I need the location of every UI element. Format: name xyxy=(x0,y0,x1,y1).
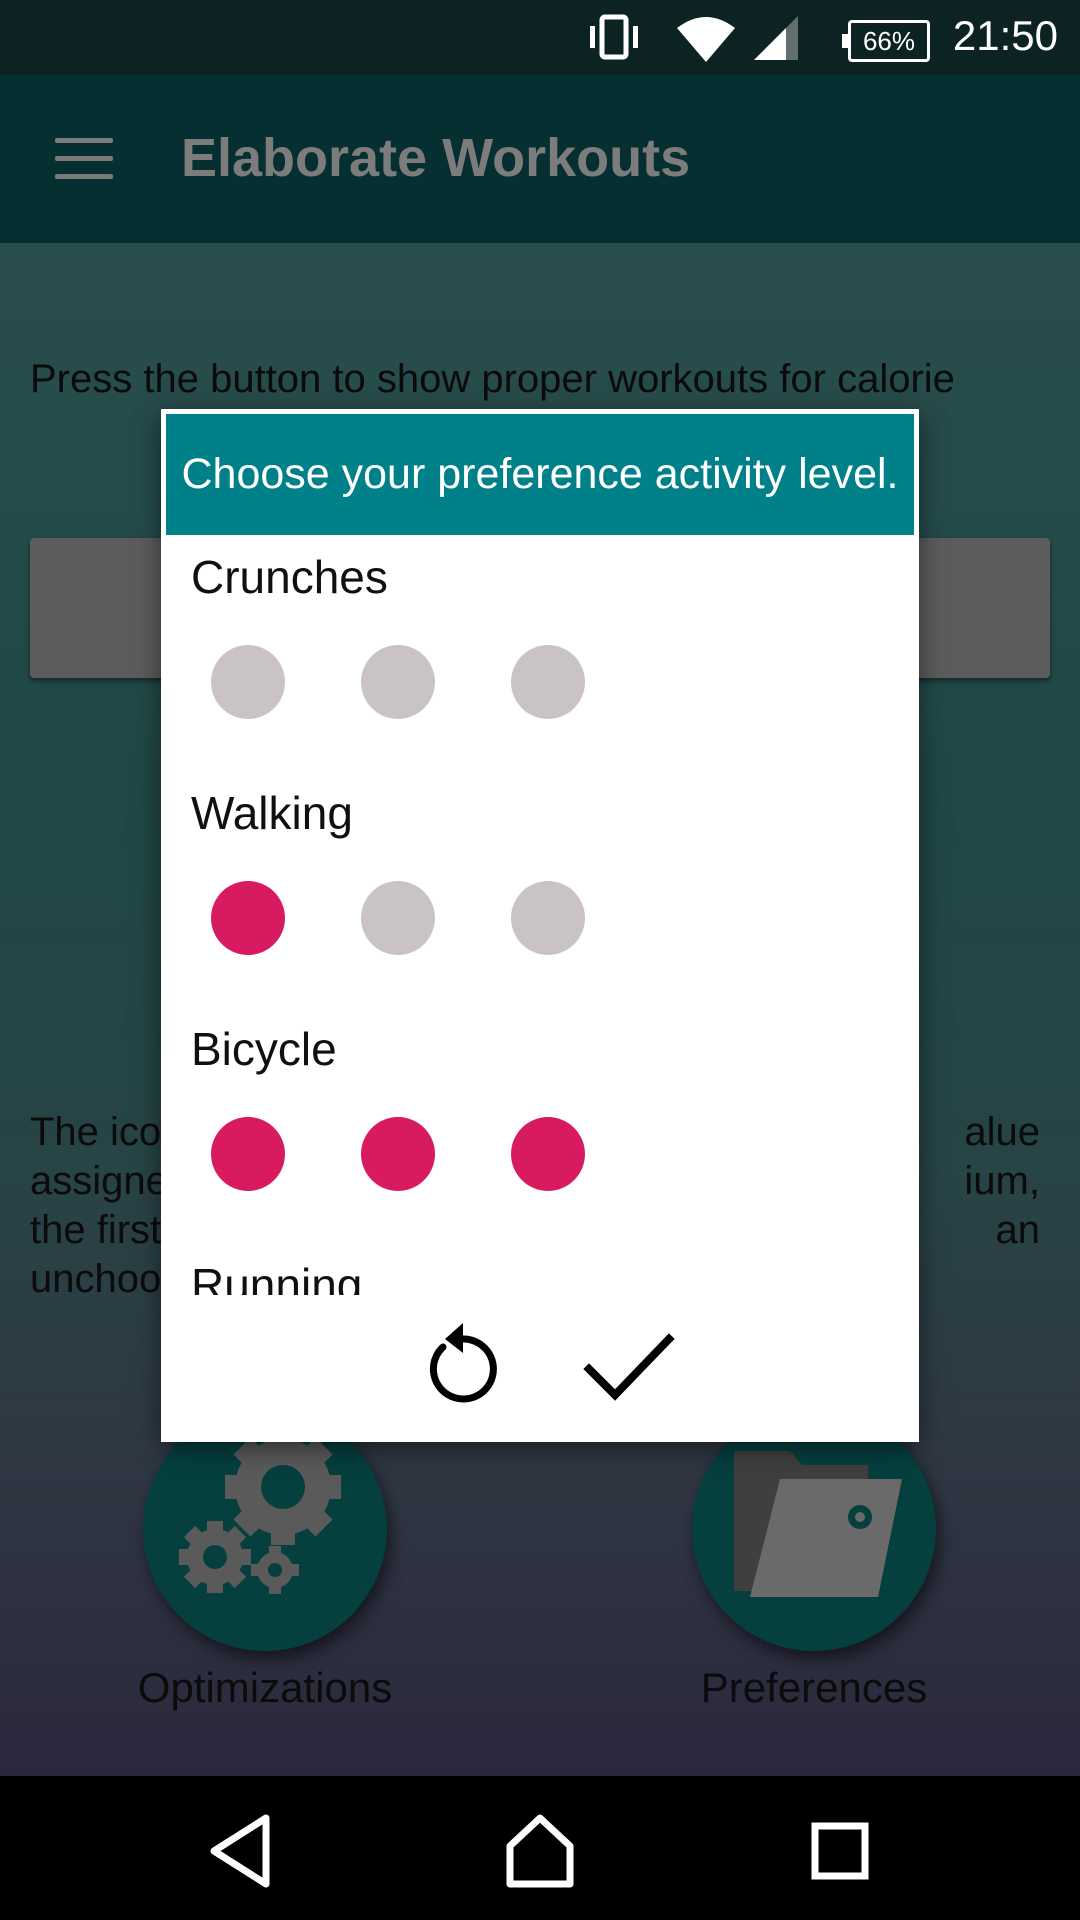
level-dot[interactable] xyxy=(511,881,585,955)
activity-row: Walking xyxy=(161,771,919,1007)
activity-row: Bicycle xyxy=(161,1007,919,1243)
level-dot[interactable] xyxy=(511,645,585,719)
level-dot[interactable] xyxy=(361,1117,435,1191)
activity-row: Crunches xyxy=(161,535,919,771)
confirm-button[interactable] xyxy=(579,1317,679,1417)
checkmark-icon xyxy=(583,1333,675,1401)
activity-name: Crunches xyxy=(191,551,388,603)
dialog-title: Choose your preference activity level. xyxy=(166,414,914,535)
level-dot[interactable] xyxy=(211,645,285,719)
level-dot[interactable] xyxy=(361,645,435,719)
home-icon[interactable] xyxy=(495,1806,585,1896)
back-icon[interactable] xyxy=(196,1806,286,1896)
level-dot[interactable] xyxy=(211,1117,285,1191)
activity-row: Running xyxy=(161,1243,919,1295)
recents-icon[interactable] xyxy=(795,1806,885,1896)
reset-button[interactable] xyxy=(413,1317,513,1417)
dialog-actions xyxy=(161,1295,919,1442)
level-dot[interactable] xyxy=(211,881,285,955)
activity-name: Walking xyxy=(191,787,353,839)
level-dot[interactable] xyxy=(361,881,435,955)
navigation-bar xyxy=(0,1776,1080,1920)
activity-name: Bicycle xyxy=(191,1023,337,1075)
activity-name: Running xyxy=(191,1259,363,1295)
level-dot[interactable] xyxy=(511,1117,585,1191)
activity-level-dialog: Choose your preference activity level. C… xyxy=(161,409,919,1442)
reset-icon xyxy=(429,1323,497,1403)
activity-list[interactable]: Crunches Walking Bicycle Running xyxy=(161,535,919,1295)
